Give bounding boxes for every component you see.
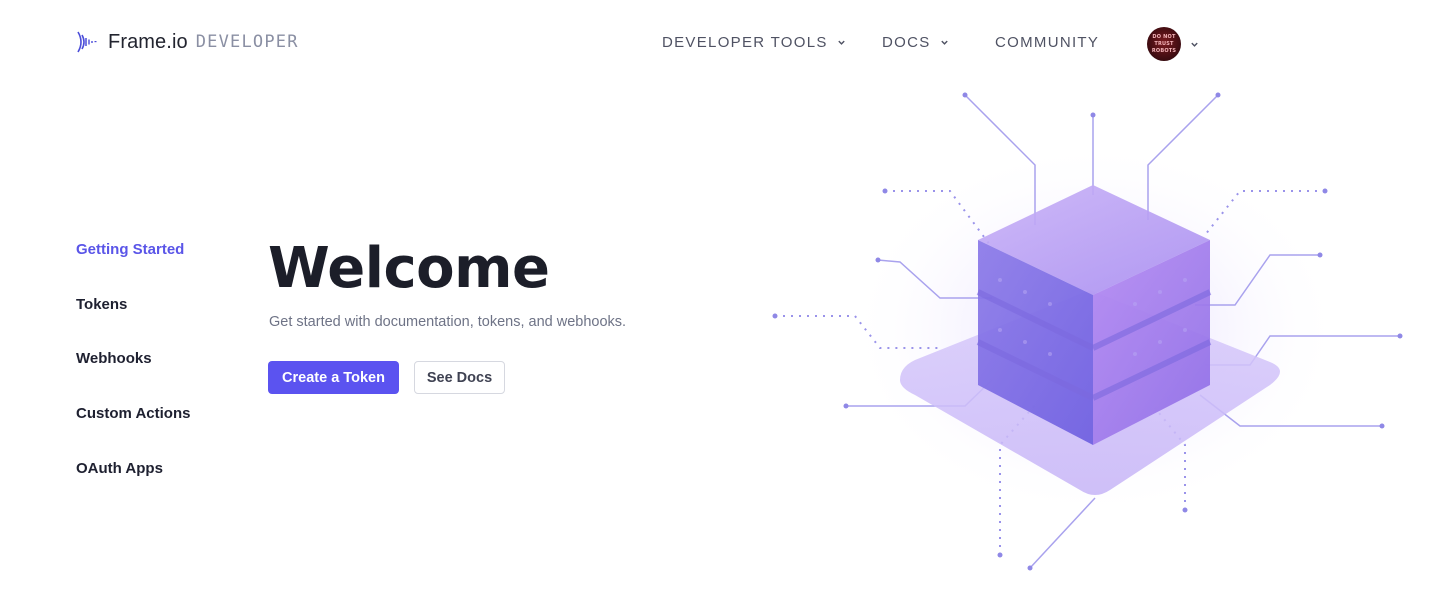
frameio-waves-icon <box>77 31 97 53</box>
create-token-button[interactable]: Create a Token <box>268 361 399 394</box>
brand-name: Frame.io <box>108 30 188 53</box>
page-title: Welcome <box>268 236 550 301</box>
sidebar-item-getting-started[interactable]: Getting Started <box>76 241 184 258</box>
avatar-text-line: ROBOTS <box>1151 48 1177 54</box>
avatar-text-line: TRUST <box>1154 41 1174 47</box>
sidebar-item-custom-actions[interactable]: Custom Actions <box>76 405 190 422</box>
chevron-down-icon <box>837 40 845 45</box>
see-docs-button[interactable]: See Docs <box>414 361 505 394</box>
avatar-text-line: DO NOT <box>1152 34 1176 40</box>
brand-logo[interactable]: Frame.io DEVELOPER <box>76 28 299 56</box>
nav-label: DEVELOPER TOOLS <box>662 34 828 51</box>
avatar[interactable]: DO NOT TRUST ROBOTS <box>1147 27 1181 61</box>
sidebar-item-webhooks[interactable]: Webhooks <box>76 350 152 367</box>
cube-illustration <box>772 92 1403 571</box>
user-menu[interactable]: DO NOT TRUST ROBOTS <box>1147 27 1199 61</box>
nav-community[interactable]: COMMUNITY <box>995 34 1099 51</box>
chevron-down-icon <box>940 40 948 45</box>
nav-developer-tools[interactable]: DEVELOPER TOOLS <box>662 34 846 51</box>
nav-docs[interactable]: DOCS <box>882 34 949 51</box>
chevron-down-icon <box>1191 42 1198 47</box>
sidebar-item-oauth-apps[interactable]: OAuth Apps <box>76 460 163 477</box>
sidebar-item-tokens[interactable]: Tokens <box>76 296 127 313</box>
page-subtitle: Get started with documentation, tokens, … <box>269 314 627 330</box>
brand-sub: DEVELOPER <box>195 32 299 52</box>
nav-label: DOCS <box>882 34 931 51</box>
nav-label: COMMUNITY <box>995 34 1100 51</box>
